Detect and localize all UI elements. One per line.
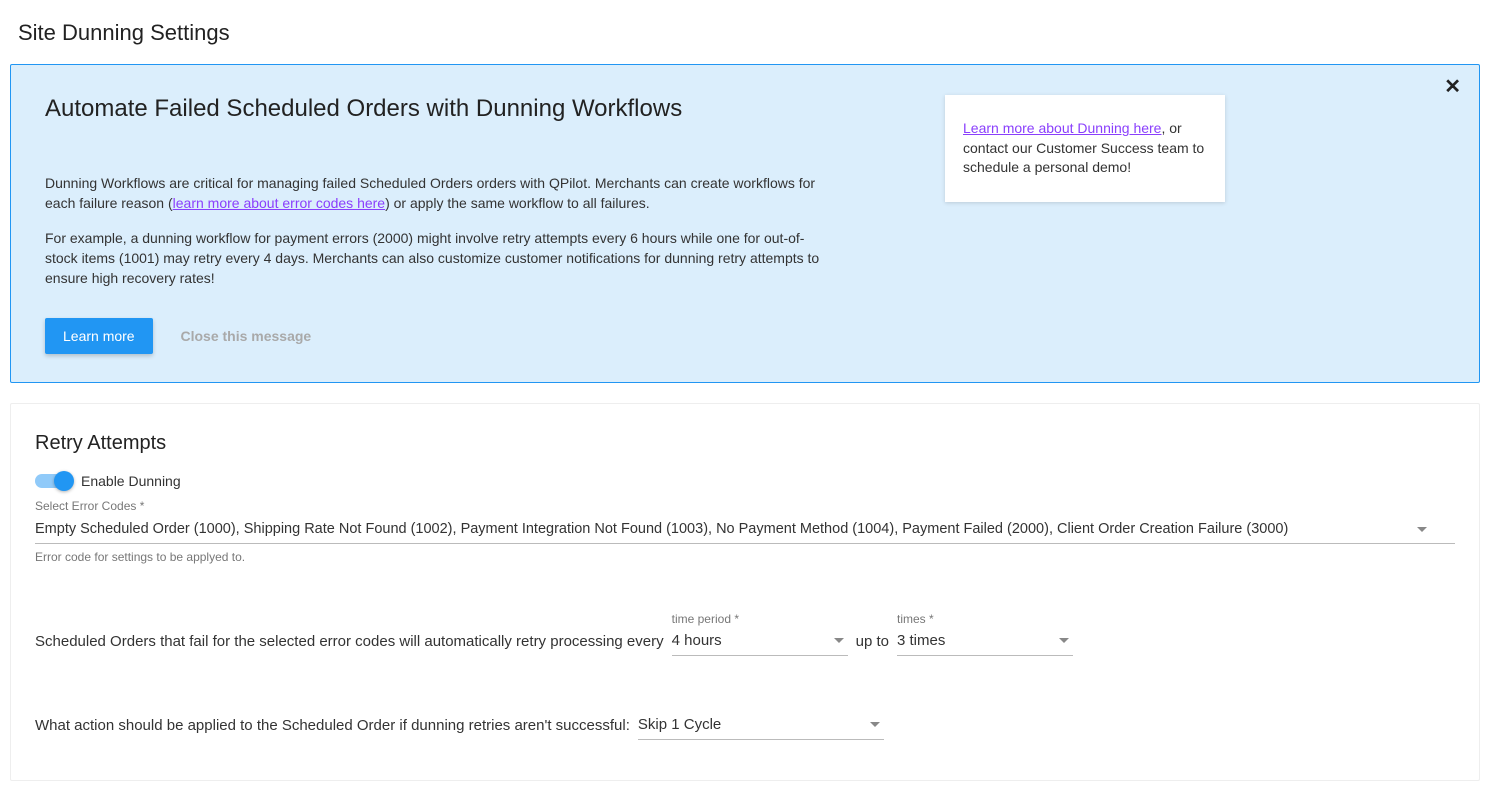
info-paragraph-2: For example, a dunning workflow for paym… — [45, 228, 835, 289]
chevron-down-icon — [1417, 527, 1427, 532]
error-codes-field-label: Select Error Codes * — [35, 499, 1455, 513]
error-codes-select[interactable]: Empty Scheduled Order (1000), Shipping R… — [35, 515, 1455, 544]
enable-dunning-label: Enable Dunning — [81, 473, 181, 489]
chevron-down-icon — [1059, 638, 1069, 643]
enable-dunning-toggle[interactable] — [35, 474, 71, 488]
info-heading: Automate Failed Scheduled Orders with Du… — [45, 95, 915, 123]
error-codes-value: Empty Scheduled Order (1000), Shipping R… — [35, 521, 1288, 537]
time-period-value: 4 hours — [672, 632, 722, 649]
action-value: Skip 1 Cycle — [638, 716, 721, 733]
toggle-knob — [54, 471, 74, 491]
error-codes-link[interactable]: learn more about error codes here — [173, 195, 385, 211]
times-select[interactable]: 3 times — [897, 626, 1073, 656]
close-icon[interactable]: ✕ — [1444, 77, 1461, 97]
times-value: 3 times — [897, 632, 945, 649]
page-title: Site Dunning Settings — [18, 20, 1480, 46]
chevron-down-icon — [834, 638, 844, 643]
retry-sentence-lead: Scheduled Orders that fail for the selec… — [35, 633, 664, 656]
time-period-label: time period * — [672, 612, 848, 626]
info-side-card: Learn more about Dunning here, or contac… — [945, 95, 1225, 202]
retry-attempts-card: Retry Attempts Enable Dunning Select Err… — [10, 403, 1480, 781]
learn-more-button[interactable]: Learn more — [45, 318, 153, 354]
times-label: times * — [897, 612, 1073, 626]
action-select[interactable]: Skip 1 Cycle — [638, 710, 884, 740]
info-banner: ✕ Automate Failed Scheduled Orders with … — [10, 64, 1480, 383]
error-codes-helper: Error code for settings to be applyed to… — [35, 550, 1455, 564]
action-sentence-lead: What action should be applied to the Sch… — [35, 717, 630, 740]
retry-title: Retry Attempts — [35, 432, 1455, 455]
chevron-down-icon — [870, 722, 880, 727]
dunning-link[interactable]: Learn more about Dunning here — [963, 120, 1161, 136]
info-p1-post: ) or apply the same workflow to all fail… — [385, 195, 650, 211]
time-period-select[interactable]: 4 hours — [672, 626, 848, 656]
close-message-button[interactable]: Close this message — [180, 328, 311, 344]
info-paragraph-1: Dunning Workflows are critical for manag… — [45, 173, 835, 214]
retry-sentence-mid: up to — [856, 633, 889, 656]
